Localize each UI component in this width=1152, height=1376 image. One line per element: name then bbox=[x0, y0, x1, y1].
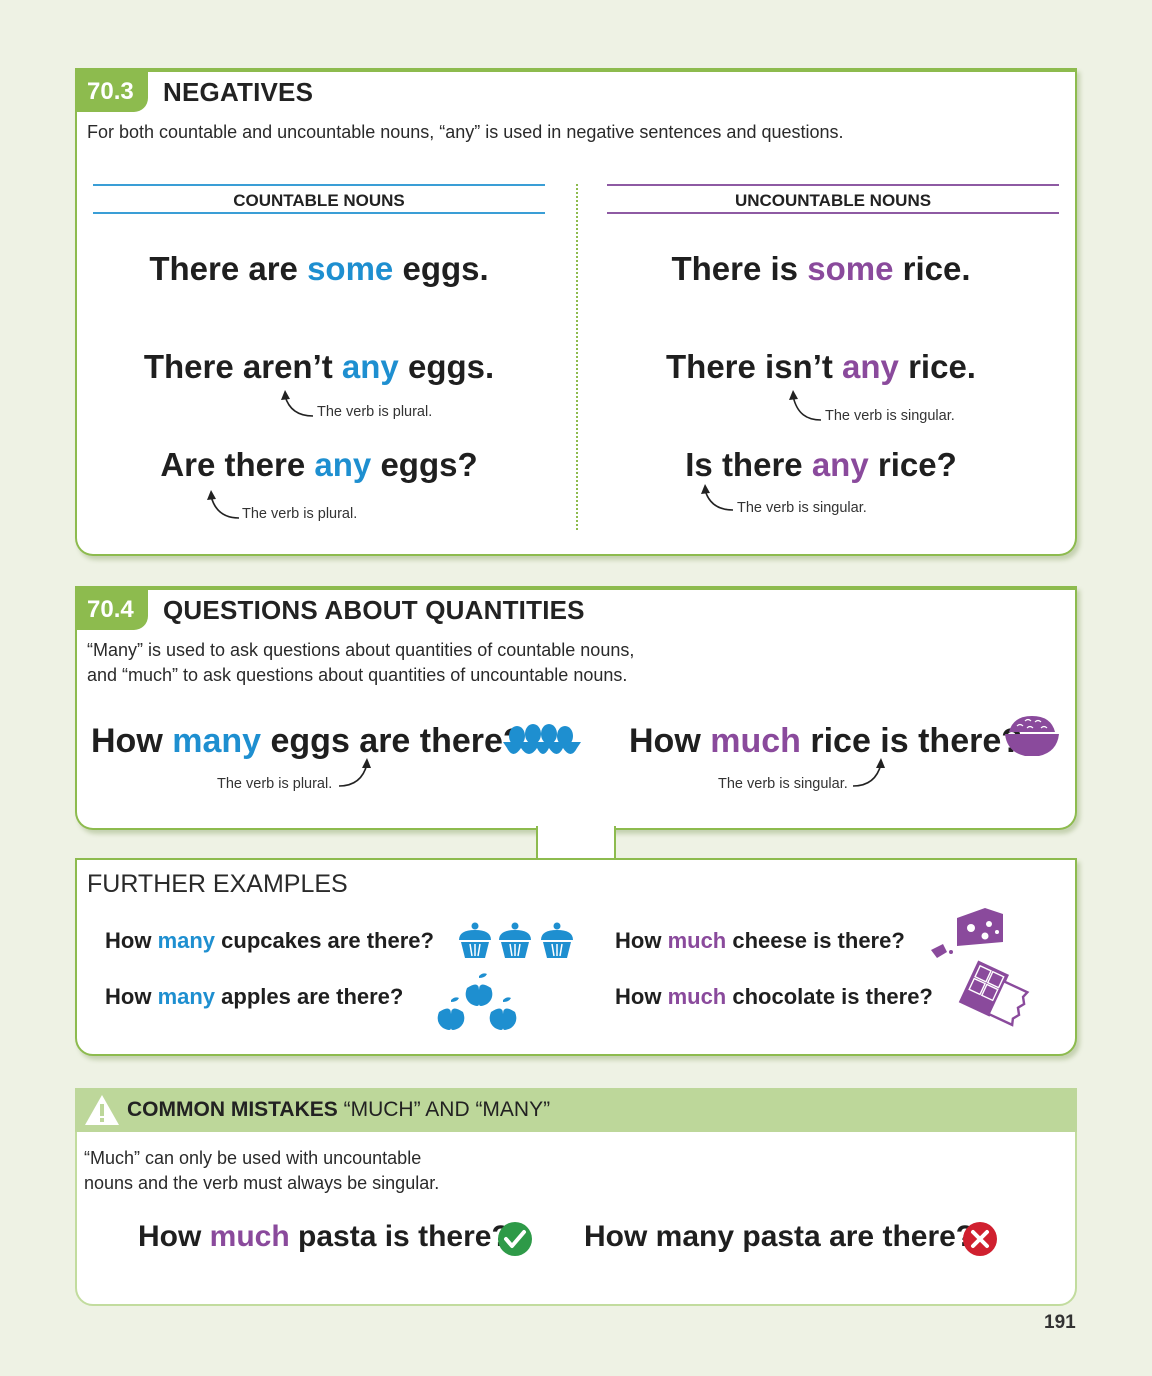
mistakes-title: COMMON MISTAKES “MUCH” AND “MANY” bbox=[127, 1098, 551, 1121]
note-arrow-icon bbox=[789, 390, 822, 421]
column-divider bbox=[576, 184, 578, 530]
section-number: 70.3 bbox=[77, 72, 148, 112]
sentence-countable-2: There aren’t any eggs. bbox=[143, 348, 495, 385]
sentence-uncountable-2: There isn’t any rice. bbox=[666, 348, 976, 385]
chocolate-icon bbox=[958, 960, 1030, 1027]
wrong-sentence: How many pasta are there? bbox=[584, 1220, 975, 1253]
note-arrow-icon bbox=[207, 490, 240, 519]
note-arrow-icon bbox=[852, 758, 885, 787]
cross-icon bbox=[963, 1222, 997, 1256]
page-number: 191 bbox=[1044, 1312, 1076, 1333]
panel-connector bbox=[536, 826, 616, 862]
note-countable-3: The verb is plural. bbox=[242, 506, 358, 522]
sentence-uncountable-1: There is some rice. bbox=[671, 250, 971, 287]
note-many-eggs: The verb is plural. bbox=[217, 776, 333, 792]
section-title: NEGATIVES bbox=[163, 77, 314, 107]
correct-sentence: How much pasta is there? bbox=[138, 1220, 510, 1253]
cheese-icon bbox=[931, 908, 1003, 958]
cupcake-icon bbox=[459, 922, 573, 958]
note-uncountable-3: The verb is singular. bbox=[737, 500, 867, 516]
note-arrow-icon bbox=[338, 758, 371, 787]
countable-header: COUNTABLE NOUNS bbox=[93, 184, 545, 214]
example-cupcakes: How many cupcakes are there? bbox=[105, 928, 434, 953]
note-arrow-icon bbox=[701, 484, 734, 511]
mistakes-text: “Much” can only be used with uncountable… bbox=[84, 1148, 440, 1193]
section-further-examples: FURTHER EXAMPLES How many cupcakes are t… bbox=[75, 858, 1077, 1056]
section-intro: “Many” is used to ask questions about qu… bbox=[87, 640, 635, 685]
apple-icon bbox=[437, 973, 517, 1030]
note-much-rice: The verb is singular. bbox=[718, 776, 848, 792]
question-many-eggs: How many eggs are there? bbox=[91, 722, 524, 760]
example-apples: How many apples are there? bbox=[105, 984, 404, 1009]
warning-icon bbox=[85, 1095, 119, 1125]
example-chocolate: How much chocolate is there? bbox=[615, 984, 933, 1009]
sentence-countable-1: There are some eggs. bbox=[149, 250, 489, 287]
rice-bowl-icon bbox=[1005, 716, 1059, 756]
note-uncountable-2: The verb is singular. bbox=[825, 408, 955, 424]
section-questions: 70.4 QUESTIONS ABOUT QUANTITIES “Many” i… bbox=[75, 586, 1077, 830]
example-cheese: How much cheese is there? bbox=[615, 928, 905, 953]
sentence-uncountable-3: Is there any rice? bbox=[685, 446, 957, 483]
further-title: FURTHER EXAMPLES bbox=[87, 870, 348, 898]
question-much-rice: How much rice is there? bbox=[629, 722, 1023, 760]
note-arrow-icon bbox=[281, 390, 314, 417]
uncountable-header: UNCOUNTABLE NOUNS bbox=[607, 184, 1059, 214]
egg-carton-icon bbox=[503, 724, 581, 754]
checkmark-icon bbox=[498, 1222, 532, 1256]
section-title: QUESTIONS ABOUT QUANTITIES bbox=[163, 595, 585, 625]
section-number: 70.4 bbox=[77, 590, 148, 630]
section-intro: For both countable and uncountable nouns… bbox=[87, 122, 844, 142]
note-countable-2: The verb is plural. bbox=[317, 404, 433, 420]
section-negatives: 70.3 NEGATIVES For both countable and un… bbox=[75, 68, 1077, 556]
sentence-countable-3: Are there any eggs? bbox=[160, 446, 478, 483]
